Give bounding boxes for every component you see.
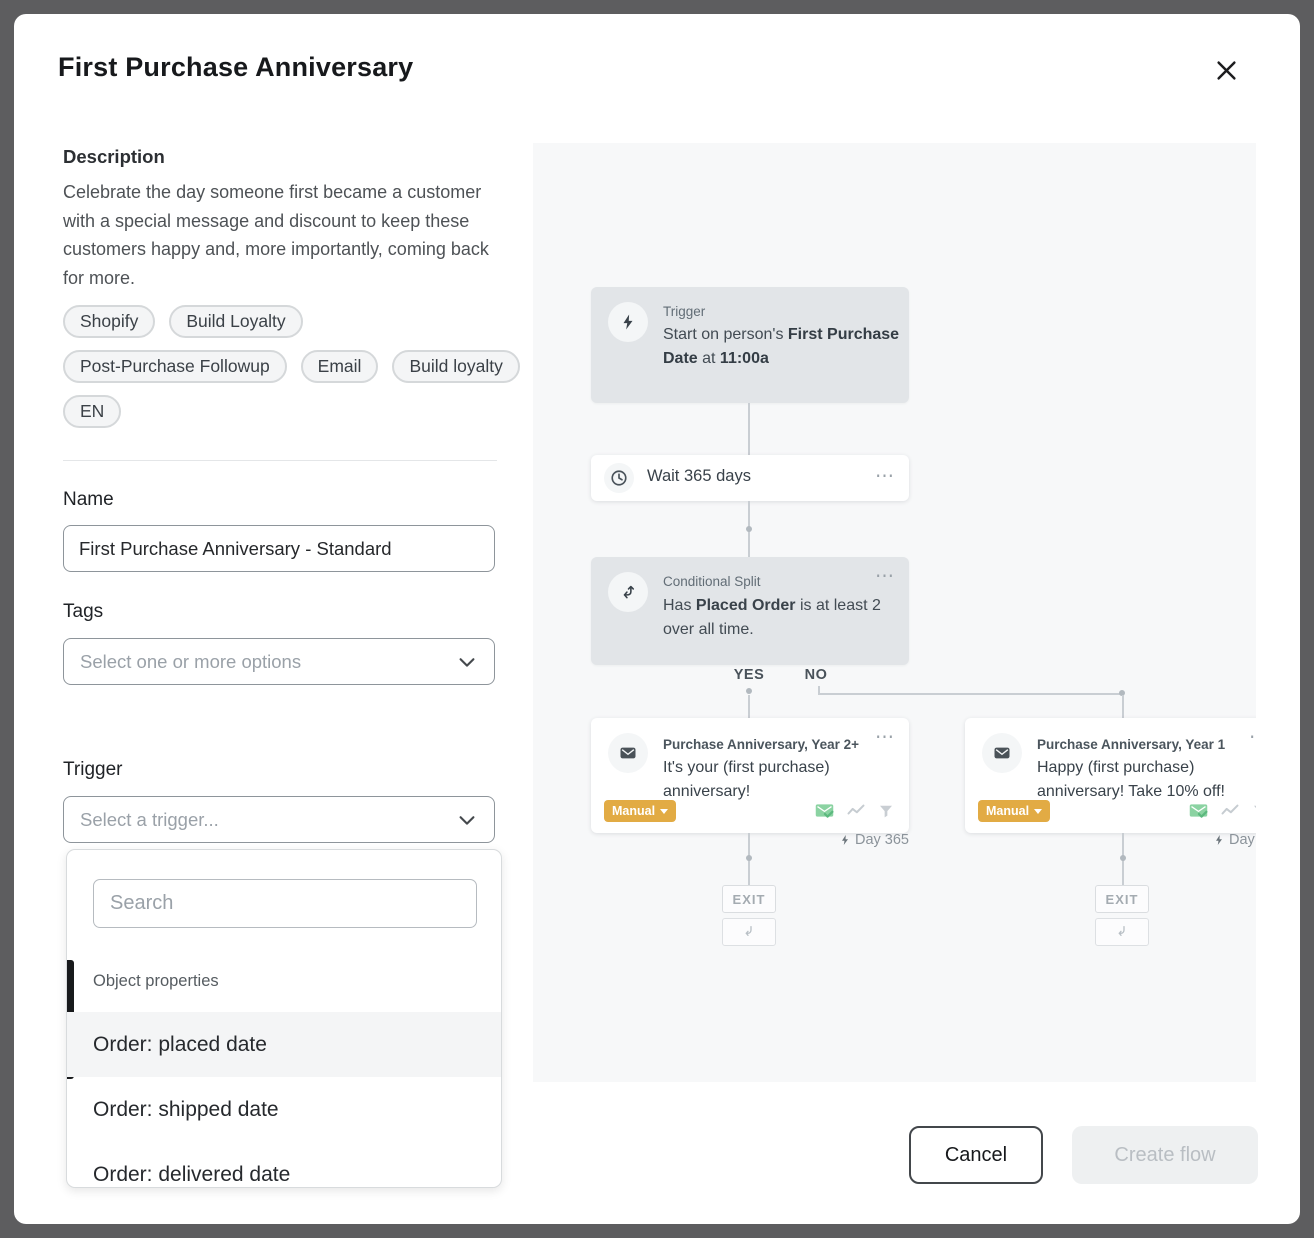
close-icon: [1213, 57, 1240, 84]
description-text: Celebrate the day someone first became a…: [63, 178, 501, 292]
exit-box: EXIT: [1095, 885, 1149, 913]
branch-label-no: NO: [796, 667, 836, 683]
page-title: First Purchase Anniversary: [58, 52, 413, 83]
filter-icon: [877, 802, 895, 820]
flow-preview-panel: Trigger Start on person's First Purchase…: [533, 143, 1256, 1082]
split-node-text: Has Placed Order is at least 2 over all …: [663, 594, 903, 642]
split-icon: [608, 572, 648, 612]
search-input[interactable]: [93, 879, 477, 928]
close-button[interactable]: [1206, 50, 1246, 90]
chevron-down-icon: [456, 651, 478, 673]
flow-node-email-year2: Purchase Anniversary, Year 2+ ⋯ It's you…: [591, 718, 909, 833]
dropdown-option-delivered-date[interactable]: Order: delivered date: [67, 1142, 501, 1188]
caret-down-icon: [1034, 809, 1042, 814]
email-sent-icon: [1188, 800, 1209, 821]
connector-dot: [746, 526, 752, 532]
flow-node-wait: Wait 365 days ⋯: [591, 455, 909, 501]
merge-branch-box: [722, 918, 776, 946]
trigger-node-text: Start on person's First Purchase Date at…: [663, 323, 903, 371]
lightning-icon: [839, 833, 851, 847]
name-input[interactable]: [63, 525, 495, 572]
connector-line: [818, 693, 1123, 695]
flow-node-trigger: Trigger Start on person's First Purchase…: [591, 287, 909, 403]
manual-badge[interactable]: Manual: [604, 800, 676, 822]
dropdown-section-label: Object properties: [93, 972, 219, 991]
email-icon: [608, 733, 648, 773]
tag-pill: Build loyalty: [392, 350, 519, 383]
email-sent-icon: [814, 800, 835, 821]
email-node-subject: Happy (first purchase) anniversary! Take…: [1037, 756, 1256, 804]
flow-node-conditional-split: Conditional Split ⋯ Has Placed Order is …: [591, 557, 909, 665]
section-divider: [63, 460, 497, 461]
connector-dot: [746, 855, 752, 861]
connector-line: [1122, 695, 1124, 718]
email-status-icons: [814, 800, 895, 821]
caret-down-icon: [660, 809, 668, 814]
merge-branch-icon: [1114, 924, 1130, 940]
trigger-dropdown: Object properties Order: placed date Ord…: [66, 849, 502, 1188]
dropdown-option-placed-date[interactable]: Order: placed date: [67, 1012, 501, 1077]
trigger-label: Trigger: [63, 759, 122, 781]
tag-pill: Email: [301, 350, 379, 383]
tags-select[interactable]: Select one or more options: [63, 638, 495, 685]
tags-select-placeholder: Select one or more options: [80, 651, 456, 673]
wait-node-label: Wait 365 days: [647, 467, 751, 486]
tags-label: Tags: [63, 601, 103, 623]
email-node-title: Purchase Anniversary, Year 2+: [663, 737, 859, 752]
tag-pill: Shopify: [63, 305, 155, 338]
connector-dot: [1120, 855, 1126, 861]
create-flow-button[interactable]: Create flow: [1072, 1126, 1258, 1184]
create-flow-modal: First Purchase Anniversary Description C…: [14, 14, 1300, 1224]
day-label: Day 365: [1123, 832, 1256, 848]
trigger-select-placeholder: Select a trigger...: [80, 809, 456, 831]
exit-box: EXIT: [722, 885, 776, 913]
dropdown-option-list: Object properties Order: placed date Ord…: [67, 958, 501, 1187]
tag-pill: Build Loyalty: [169, 305, 302, 338]
email-node-subject: It's your (first purchase) anniversary!: [663, 756, 903, 804]
connector-line: [748, 695, 750, 718]
node-menu-button[interactable]: ⋯: [1249, 726, 1256, 749]
day-label: Day 365: [749, 832, 909, 848]
lightning-icon: [1213, 833, 1225, 847]
tag-pill-list: Shopify Build Loyalty Post-Purchase Foll…: [63, 305, 523, 428]
node-menu-button[interactable]: ⋯: [875, 465, 895, 488]
tag-pill: Post-Purchase Followup: [63, 350, 287, 383]
email-icon: [982, 733, 1022, 773]
tag-pill: EN: [63, 395, 121, 428]
filter-icon: [1251, 802, 1256, 820]
clock-icon: [604, 463, 634, 493]
cancel-button[interactable]: Cancel: [909, 1126, 1043, 1184]
connector-line: [748, 403, 750, 455]
node-kind-label: Conditional Split: [663, 574, 761, 589]
dropdown-option-shipped-date[interactable]: Order: shipped date: [67, 1077, 501, 1142]
analytics-icon: [1220, 801, 1240, 821]
lightning-icon: [608, 302, 648, 342]
node-menu-button[interactable]: ⋯: [875, 565, 895, 588]
node-menu-button[interactable]: ⋯: [875, 726, 895, 749]
email-node-title: Purchase Anniversary, Year 1: [1037, 737, 1225, 752]
merge-branch-box: [1095, 918, 1149, 946]
name-label: Name: [63, 489, 114, 511]
description-heading: Description: [63, 146, 165, 168]
chevron-down-icon: [456, 809, 478, 831]
branch-label-yes: YES: [729, 667, 769, 683]
trigger-select[interactable]: Select a trigger...: [63, 796, 495, 843]
email-status-icons: [1188, 800, 1256, 821]
manual-badge[interactable]: Manual: [978, 800, 1050, 822]
analytics-icon: [846, 801, 866, 821]
merge-branch-icon: [741, 924, 757, 940]
flow-node-email-year1: Purchase Anniversary, Year 1 ⋯ Happy (fi…: [965, 718, 1256, 833]
connector-dot: [746, 688, 752, 694]
node-kind-label: Trigger: [663, 304, 705, 319]
